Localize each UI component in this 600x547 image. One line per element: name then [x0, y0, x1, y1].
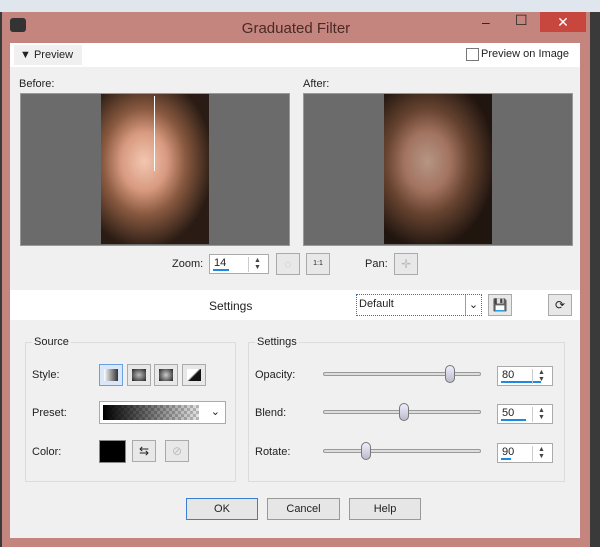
preview-toggle[interactable]: ▼ Preview — [14, 45, 82, 65]
zoom-input[interactable]: 14 ▲ ▼ — [209, 254, 269, 274]
gradient-preset-select[interactable]: ⌄ — [99, 401, 226, 424]
source-title: Source — [32, 336, 71, 348]
blend-slider-thumb[interactable] — [399, 403, 409, 421]
zoom-label: Zoom: — [172, 258, 204, 270]
rotate-input[interactable]: 90 ▲ ▼ — [497, 443, 553, 463]
settings-title: Settings — [255, 336, 299, 348]
opacity-label: Opacity: — [255, 369, 296, 381]
opacity-slider-track[interactable] — [323, 372, 481, 376]
chevron-down-icon: ⌄ — [465, 295, 481, 315]
save-preset-button[interactable]: 💾 — [488, 294, 512, 316]
rotate-slider-track[interactable] — [323, 449, 481, 453]
color-label-text: Color: — [32, 446, 62, 458]
no-color-icon[interactable]: ⊘ — [165, 440, 189, 462]
opacity-slider-thumb[interactable] — [445, 365, 455, 383]
settings-bar-label: Settings — [209, 299, 253, 313]
style-corner-button[interactable] — [182, 364, 206, 386]
dialog-title: Graduated Filter — [241, 20, 351, 37]
preset-select[interactable]: Default ⌄ — [356, 294, 482, 316]
preset-label: Preset: — [32, 407, 67, 419]
ok-button[interactable]: OK — [186, 498, 258, 520]
cancel-button[interactable]: Cancel — [267, 498, 340, 520]
preview-toggle-label: Preview — [33, 49, 74, 61]
gradient-handle-line[interactable] — [154, 96, 155, 171]
blend-input[interactable]: 50 ▲ ▼ — [497, 404, 553, 424]
style-linear-button[interactable] — [99, 364, 123, 386]
pan-label: Pan: — [365, 258, 388, 270]
dialog-content: ▼ Preview Preview on Image Before: After… — [10, 43, 580, 538]
one-to-one-button[interactable]: 1:1 — [306, 253, 330, 275]
color-swatch[interactable] — [99, 440, 126, 463]
load-preset-button[interactable]: ⟳ — [548, 294, 572, 316]
preview-on-image-checkbox[interactable] — [466, 48, 479, 61]
preview-on-image-label: Preview on Image — [481, 48, 570, 60]
help-button[interactable]: Help — [349, 498, 421, 520]
rotate-label: Rotate: — [255, 446, 291, 458]
fit-zoom-button[interactable]: ◌ — [276, 253, 300, 275]
maximize-button[interactable]: ☐ — [515, 12, 528, 29]
triangle-down-icon: ▼ — [20, 49, 34, 61]
before-label: Before: — [19, 78, 55, 90]
chevron-down-icon: ⌄ — [210, 406, 220, 418]
swap-arrows-icon[interactable]: ⇆ — [132, 440, 156, 462]
background-app-toolbar — [0, 0, 600, 12]
blend-label: Blend: — [255, 407, 287, 419]
after-preview — [303, 93, 573, 246]
after-label: After: — [303, 78, 330, 90]
opacity-input[interactable]: 80 ▲ ▼ — [497, 366, 553, 386]
style-elliptical-button[interactable] — [154, 364, 178, 386]
pan-icon[interactable]: ✛ — [394, 253, 418, 275]
style-label: Style: — [32, 369, 60, 381]
style-rectangular-button[interactable] — [127, 364, 151, 386]
before-preview[interactable] — [20, 93, 290, 246]
close-button[interactable]: ✕ — [540, 12, 586, 32]
minimize-button[interactable]: – — [482, 14, 490, 30]
rotate-slider-thumb[interactable] — [361, 442, 371, 460]
